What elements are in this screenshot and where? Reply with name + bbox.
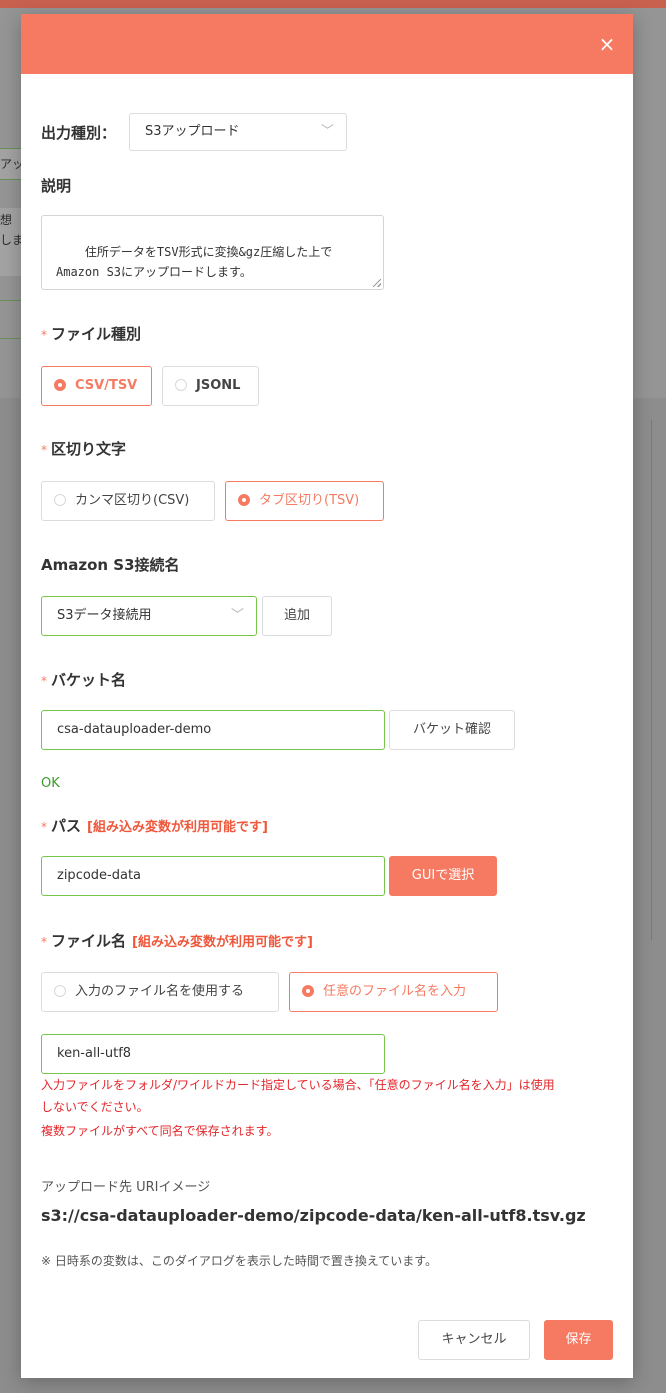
delimiter-label-text: 区切り文字 [51,440,127,458]
warning-line: 入力ファイルをフォルダ/ワイルドカード指定している場合、「任意のファイル名を入力… [41,1078,555,1092]
file-name-warning: 入力ファイルをフォルダ/ワイルドカード指定している場合、「任意のファイル名を入力… [41,1075,621,1141]
app-top-bar [0,0,666,8]
description-text: 住所データをTSV形式に変換&gz圧縮した上で Amazon S3にアップロード… [56,245,333,279]
radio-unselected-icon [54,493,66,506]
bucket-label-text: バケット名 [51,671,127,689]
s3-connection-value: S3データ接続用 [57,608,152,623]
cancel-button[interactable]: キャンセル [418,1320,530,1360]
file-type-option-jsonl[interactable]: JSONL [162,366,259,406]
background-panel [651,420,666,940]
file-type-label: * ファイル種別 [41,323,141,344]
background-fragment-line: しま [0,233,22,247]
background-divider [0,300,22,301]
output-type-value: S3アップロード [145,124,240,139]
radio-selected-icon [54,378,66,391]
path-variable-hint: [組み込み変数が利用可能です] [87,820,268,835]
description-label: 説明 [41,177,72,195]
add-connection-button[interactable]: 追加 [262,596,332,636]
required-marker: * [41,935,47,949]
file-name-option-label: 任意のファイル名を入力 [323,984,467,999]
close-icon[interactable]: × [595,32,619,56]
check-bucket-button[interactable]: バケット確認 [389,710,515,750]
warning-line: しないでください。 [41,1100,149,1114]
warning-line: 複数ファイルがすべて同名で保存されます。 [41,1124,279,1138]
file-type-option-csv[interactable]: CSV/TSV [41,366,152,406]
delimiter-option-label: タブ区切り(TSV) [259,493,360,508]
radio-unselected-icon [54,984,66,997]
file-name-input[interactable]: ken-all-utf8 [41,1034,385,1074]
file-name-option-label: 入力のファイル名を使用する [75,984,245,999]
save-button[interactable]: 保存 [544,1320,613,1360]
path-input[interactable]: zipcode-data [41,856,385,896]
background-fragment-line: 想 [0,213,13,227]
file-name-label-text: ファイル名 [51,932,127,950]
delimiter-label: * 区切り文字 [41,438,126,459]
radio-selected-icon [238,493,250,506]
bucket-input[interactable]: csa-datauploader-demo [41,710,385,750]
s3-connection-select[interactable]: S3データ接続用 ﹀ [41,596,257,636]
description-textarea[interactable]: 住所データをTSV形式に変換&gz圧縮した上で Amazon S3にアップロード… [41,215,384,290]
path-label: * パス [組み込み変数が利用可能です] [41,815,268,836]
delimiter-option-csv[interactable]: カンマ区切り(CSV) [41,481,215,521]
upload-settings-dialog: × 出力種別： S3アップロード ﹀ 説明 住所データをTSV形式に変換&gz圧… [21,14,633,1378]
path-label-text: パス [51,817,82,835]
required-marker: * [41,820,47,834]
background-divider [0,338,22,339]
file-type-option-label: JSONL [196,378,241,393]
s3-connection-label: Amazon S3接続名 [41,556,180,574]
chevron-down-icon: ﹀ [230,608,244,623]
file-type-label-text: ファイル種別 [51,325,142,343]
file-type-option-label: CSV/TSV [75,378,138,393]
uri-preview-label: アップロード先 URIイメージ [41,1180,211,1195]
bucket-status: OK [41,776,60,791]
required-marker: * [41,443,47,457]
uri-preview-note: ※ 日時系の変数は、このダイアログを表示した時間で置き換えています。 [41,1254,438,1268]
bucket-label: * バケット名 [41,669,126,690]
delimiter-option-label: カンマ区切り(CSV) [75,493,190,508]
delimiter-option-tsv[interactable]: タブ区切り(TSV) [225,481,384,521]
dialog-header: × [21,14,633,74]
file-name-option-use-input[interactable]: 入力のファイル名を使用する [41,972,279,1012]
background-fragment: アッ [0,148,23,180]
required-marker: * [41,328,47,342]
resize-handle-icon[interactable] [373,279,381,287]
output-type-label: 出力種別： [41,124,117,142]
radio-selected-icon [302,984,314,997]
chevron-down-icon: ﹀ [320,124,334,139]
output-type-select[interactable]: S3アップロード ﹀ [129,113,347,151]
radio-unselected-icon [175,378,187,391]
gui-select-button[interactable]: GUIで選択 [389,856,497,896]
file-name-label: * ファイル名 [組み込み変数が利用可能です] [41,930,313,951]
file-name-option-custom[interactable]: 任意のファイル名を入力 [289,972,498,1012]
background-fragment: 想 しま [0,208,22,276]
file-name-variable-hint: [組み込み変数が利用可能です] [132,935,313,950]
uri-preview-value: s3://csa-datauploader-demo/zipcode-data/… [41,1206,586,1225]
required-marker: * [41,674,47,688]
